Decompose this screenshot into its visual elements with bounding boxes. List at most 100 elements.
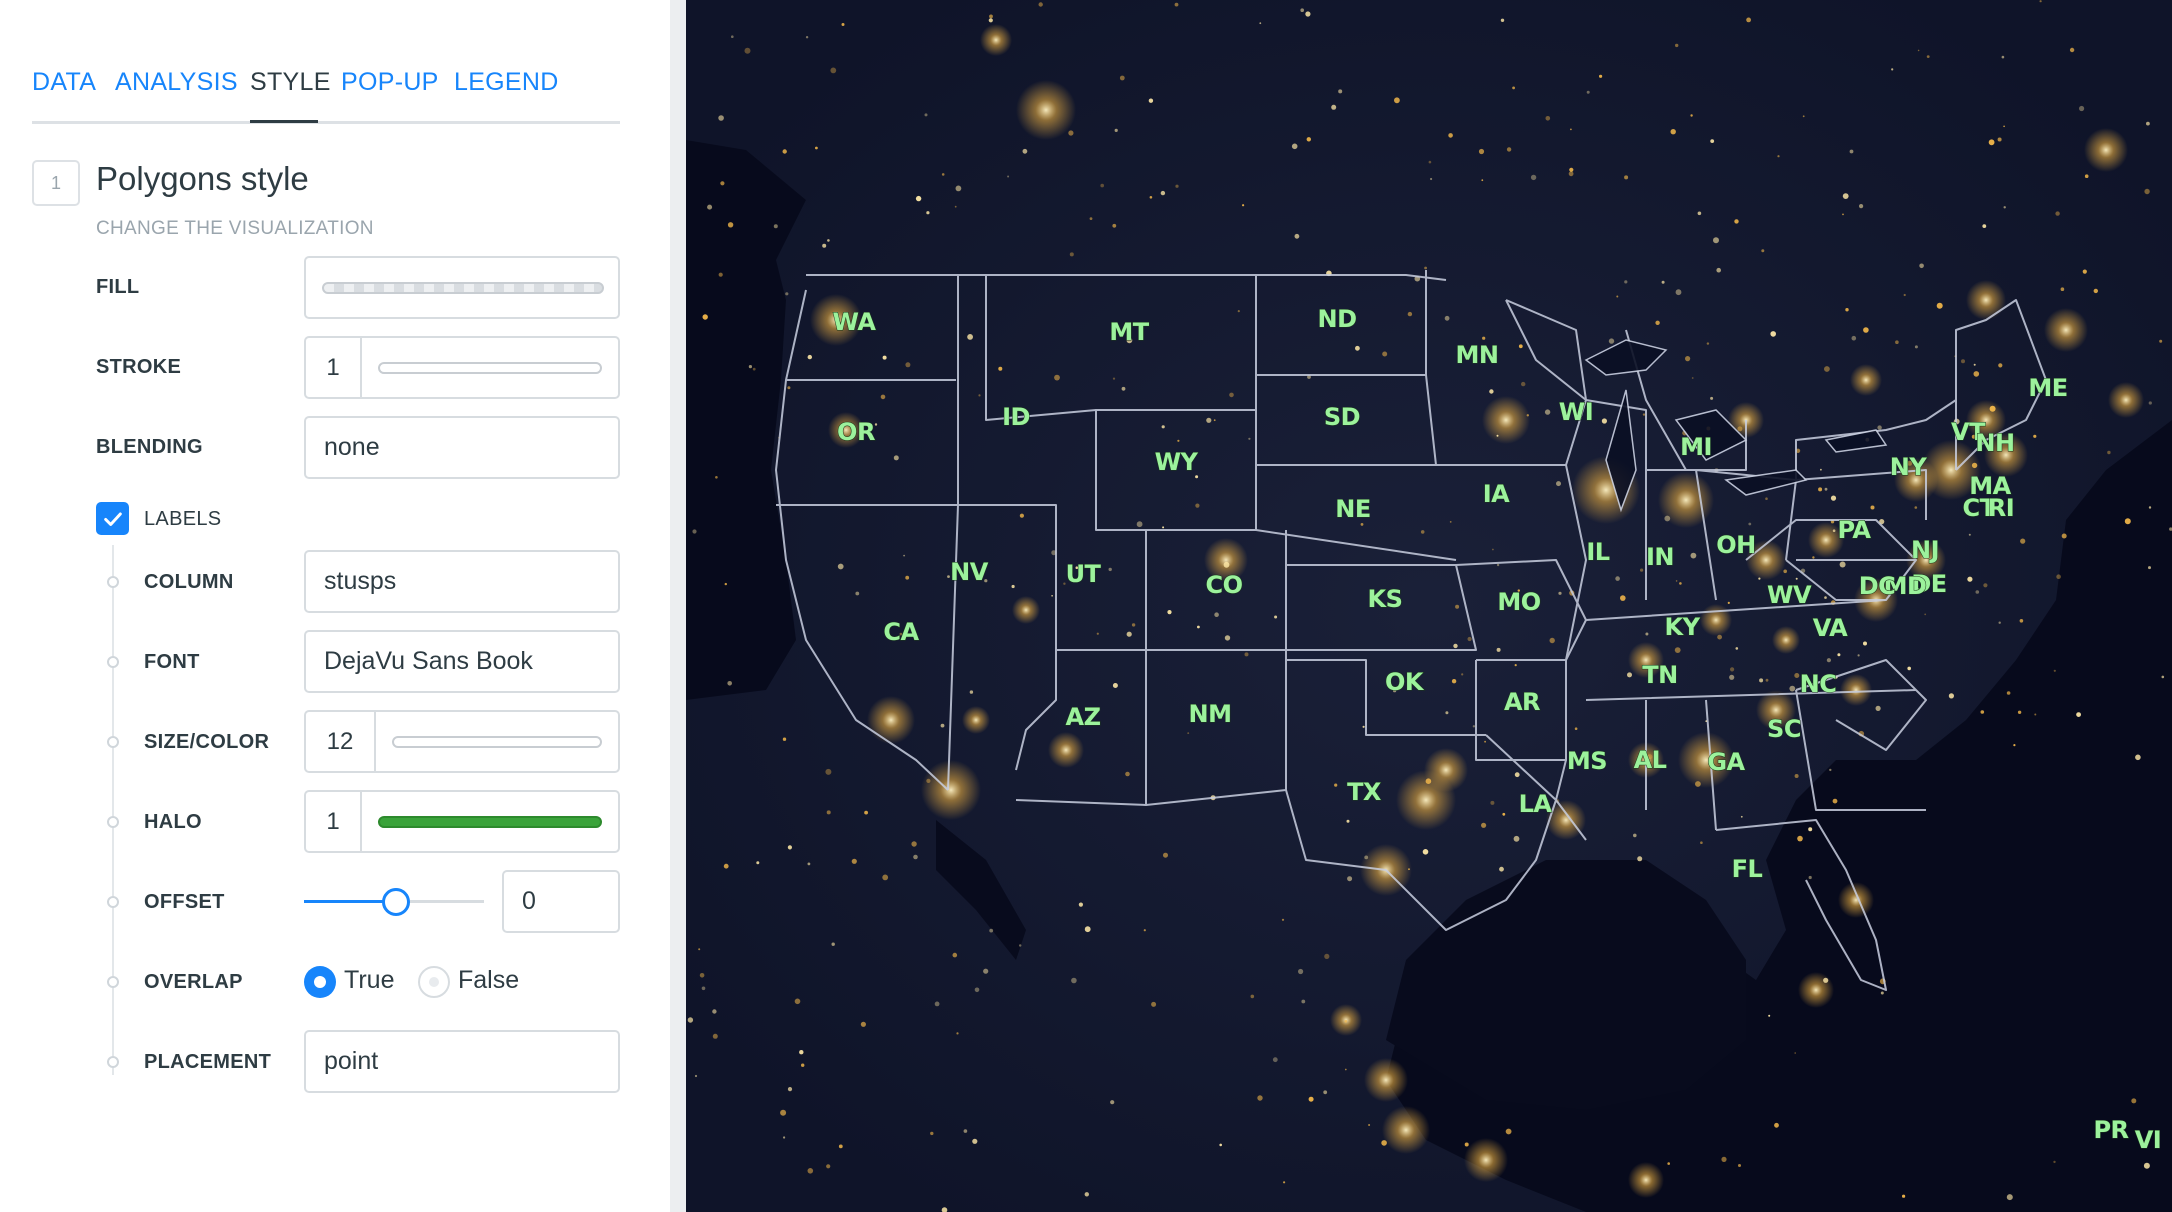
- city-light: [1674, 647, 1681, 653]
- city-light: [1997, 137, 2002, 142]
- city-light: [807, 1168, 814, 1174]
- city-light: [1301, 999, 1306, 1004]
- city-light: [2001, 55, 2005, 59]
- halo-color-bar[interactable]: [378, 815, 602, 828]
- placement-label: PLACEMENT: [144, 1051, 272, 1073]
- state-label-wv: WV: [1767, 581, 1812, 609]
- city-light: [773, 224, 778, 229]
- fill-color-picker[interactable]: [304, 256, 620, 319]
- city-light: [1224, 635, 1231, 641]
- city-light: [1717, 634, 1722, 640]
- column-select[interactable]: stusps: [304, 550, 620, 613]
- city-light: [712, 1009, 717, 1014]
- city-light: [838, 1144, 843, 1149]
- city-light: [712, 1033, 718, 1039]
- city-light: [783, 1136, 786, 1139]
- tab-pop-up[interactable]: POP-UP: [341, 68, 439, 97]
- tab-analysis[interactable]: ANALYSIS: [115, 68, 238, 97]
- blending-select[interactable]: none: [304, 416, 620, 479]
- city-light: [1842, 213, 1844, 216]
- city-light: [2148, 506, 2152, 509]
- city-light: [1346, 819, 1350, 823]
- city-light: [2003, 206, 2006, 209]
- city-light: [1500, 18, 1505, 22]
- labels-checkbox[interactable]: [96, 502, 129, 535]
- city-light: [1914, 506, 1918, 509]
- city-light: [1305, 11, 1311, 17]
- map-canvas[interactable]: WA OR CA ID NV MT WY UT AZ CO NM ND SD NE KS OK TX MN IA MO…: [686, 0, 2172, 1212]
- size-color-control[interactable]: 12: [304, 710, 620, 773]
- city-light: [1071, 977, 1077, 984]
- city-light: [1880, 991, 1884, 995]
- stroke-color-bar[interactable]: [378, 361, 602, 374]
- city-light: [1167, 610, 1172, 615]
- city-glow: [1700, 604, 1732, 636]
- placement-select[interactable]: point: [304, 1030, 620, 1093]
- city-light: [1478, 148, 1485, 155]
- city-light: [1624, 175, 1629, 180]
- city-light: [1467, 636, 1472, 642]
- label-color-bar[interactable]: [392, 735, 602, 748]
- city-light: [1187, 732, 1190, 734]
- city-light: [1119, 75, 1125, 81]
- city-light: [1162, 526, 1165, 529]
- city-light: [1670, 129, 1676, 135]
- city-light: [1812, 556, 1815, 559]
- city-light: [1774, 1122, 1779, 1128]
- city-light: [952, 952, 958, 958]
- halo-control[interactable]: 1: [304, 790, 620, 853]
- city-light: [1891, 68, 1894, 71]
- tab-legend[interactable]: LEGEND: [454, 68, 559, 97]
- city-light: [1721, 1156, 1727, 1162]
- overlap-true-radio[interactable]: [304, 966, 336, 998]
- label-size-input[interactable]: 12: [306, 712, 376, 771]
- city-light: [1482, 336, 1486, 340]
- halo-size-input[interactable]: 1: [306, 792, 362, 851]
- city-light: [707, 204, 713, 210]
- city-light: [1823, 977, 1829, 983]
- city-glow: [1482, 396, 1530, 444]
- stroke-control[interactable]: 1: [304, 336, 620, 399]
- city-light: [1642, 413, 1646, 416]
- overlap-true-label[interactable]: True: [344, 966, 394, 995]
- stroke-width-input[interactable]: 1: [306, 338, 362, 397]
- state-label-pr: PR: [2093, 1116, 2128, 1144]
- tab-style[interactable]: STYLE: [250, 68, 331, 97]
- offset-label: OFFSET: [144, 891, 225, 913]
- city-light: [1737, 426, 1743, 432]
- city-light: [967, 334, 973, 340]
- city-light: [1114, 128, 1118, 132]
- city-light: [1019, 513, 1024, 518]
- city-light: [1244, 652, 1249, 657]
- city-light: [1832, 798, 1838, 804]
- city-light: [1451, 679, 1457, 684]
- city-light: [702, 314, 708, 320]
- city-light: [694, 1074, 698, 1078]
- city-light: [941, 173, 945, 176]
- us-night-lights-map[interactable]: WA OR CA ID NV MT WY UT AZ CO NM ND SD NE KS OK TX MN IA MO…: [686, 0, 2172, 1212]
- city-light: [1797, 835, 1803, 842]
- overlap-false-label[interactable]: False: [458, 966, 519, 995]
- offset-input[interactable]: 0: [502, 870, 620, 933]
- font-select[interactable]: DejaVu Sans Book: [304, 630, 620, 693]
- city-light: [1679, 582, 1682, 585]
- city-light: [701, 986, 706, 991]
- city-light: [1746, 17, 1751, 23]
- city-light: [963, 1129, 968, 1133]
- city-light: [915, 195, 922, 202]
- city-light: [1175, 184, 1179, 188]
- city-light: [782, 149, 787, 154]
- city-light: [2093, 288, 2098, 294]
- state-label-nj: NJ: [1911, 536, 1939, 564]
- city-light: [1197, 625, 1200, 629]
- overlap-false-radio[interactable]: [418, 966, 450, 998]
- city-glow: [1838, 882, 1874, 918]
- city-light: [1574, 727, 1578, 730]
- city-light: [720, 181, 725, 186]
- city-light: [1514, 664, 1517, 667]
- state-label-nd: ND: [1317, 305, 1356, 333]
- city-light: [2148, 566, 2151, 570]
- city-light: [826, 1164, 831, 1169]
- tab-data[interactable]: DATA: [32, 68, 96, 97]
- offset-slider-handle[interactable]: [382, 888, 410, 916]
